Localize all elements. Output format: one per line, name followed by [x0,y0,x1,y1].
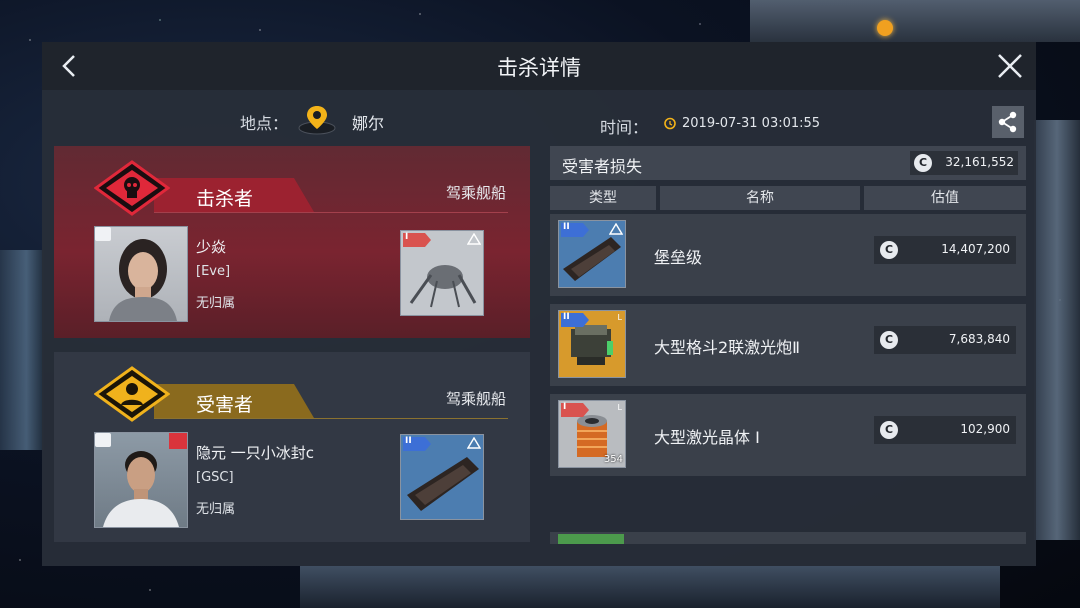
space-station-left [0,250,44,450]
isk-coin-icon: C [914,154,932,172]
item-tier: I [563,402,567,412]
location-label: 地点： [240,114,289,133]
killer-avatar[interactable] [94,226,188,322]
slot-size: L [617,403,622,412]
item-thumbnail: II [558,220,626,288]
item-value-box: C 102,900 [874,416,1016,444]
item-name: 大型格斗2联激光炮Ⅱ [654,338,801,357]
space-station-right [1034,120,1080,540]
beacon-marker-icon [877,20,893,36]
item-quantity: 354 [603,454,623,465]
hull-class-icon [467,437,481,449]
alarm-clock-icon [664,117,676,130]
loss-item-row[interactable]: I L 354 大型激光晶体 I C 102,900 [550,394,1026,476]
item-value-box: C 7,683,840 [874,326,1016,354]
victim-ship-tier: II [405,436,412,446]
skull-icon [94,160,170,216]
item-value: 14,407,200 [941,242,1010,256]
space-station-bottom [300,566,1000,608]
hull-class-icon [467,233,481,245]
isk-coin-icon: C [880,421,898,439]
hull-class-icon [609,223,623,235]
killer-corp-tag: [Eve] [196,264,231,279]
item-name: 堡垒级 [654,248,703,267]
victim-role-label: 受害者 [196,394,254,416]
killer-divider [154,212,508,213]
killer-pilot-name[interactable]: 少焱 [196,236,226,257]
item-thumbnail: II L [558,310,626,378]
loss-title: 受害者损失 [562,157,643,176]
victim-corp-tag: [GSC] [196,470,234,485]
column-header-name: 名称 [660,186,860,210]
victim-pilot-name[interactable]: 隐元 一只小冰封c [196,442,314,463]
item-thumbnail: I L 354 [558,400,626,468]
item-name: 大型激光晶体 I [654,428,760,447]
killer-card: 击杀者 驾乘舰船 少焱 [Eve] 无归属 I [54,146,530,338]
killer-alliance: 无归属 [196,296,236,311]
item-tier: II [563,222,570,232]
kill-detail-panel: 击杀详情 地点： 娜尔 时间： 2019-07-31 03:01:55 击杀者 … [42,42,1036,566]
victim-divider [154,418,508,419]
close-button[interactable] [994,50,1026,82]
killer-role-label: 击杀者 [196,188,254,210]
space-station-top [750,0,1080,42]
loss-header: 受害者损失 C 32,161,552 [550,146,1026,180]
share-button[interactable] [992,106,1024,138]
column-header-value: 估值 [864,186,1026,210]
column-header-type: 类型 [550,186,656,210]
time-label: 时间： [600,118,649,137]
killer-ship-heading: 驾乘舰船 [445,184,506,202]
item-tier: II [563,312,570,322]
loss-item-row[interactable]: II 堡垒级 C 14,407,200 [550,214,1026,296]
isk-coin-icon: C [880,331,898,349]
female-pilot-portrait [95,227,177,321]
total-loss-value: 32,161,552 [945,155,1014,169]
item-value-box: C 14,407,200 [874,236,1016,264]
victim-ship-thumbnail[interactable]: II [400,434,484,520]
title-bar: 击杀详情 [42,42,1036,90]
isk-coin-icon: C [880,241,898,259]
item-value: 102,900 [960,422,1010,436]
location-value: 娜尔 [352,114,385,133]
killer-ship-thumbnail[interactable]: I [400,230,484,316]
item-thumbnail-partial [558,534,624,544]
close-icon [998,54,1022,78]
location-pin-icon [298,106,336,135]
victim-card: 受害者 驾乘舰船 隐元 一只小冰封c [GSC] 无归属 II [54,352,530,542]
male-pilot-portrait [95,433,187,527]
loss-item-row[interactable]: II L 大型格斗2联激光炮Ⅱ C 7,683,840 [550,304,1026,386]
victim-ship-heading: 驾乘舰船 [445,390,506,408]
victim-avatar[interactable] [94,432,188,528]
time-value: 2019-07-31 03:01:55 [682,116,821,131]
loss-item-row-partial[interactable] [550,532,1026,544]
page-title: 击杀详情 [497,56,581,80]
item-value: 7,683,840 [948,332,1010,346]
killer-ship-tier: I [405,232,409,242]
victim-person-icon [94,366,170,422]
victim-alliance: 无归属 [196,502,236,517]
slot-size: L [617,313,622,322]
share-icon [998,111,1017,133]
total-loss-box: C 32,161,552 [910,151,1018,175]
